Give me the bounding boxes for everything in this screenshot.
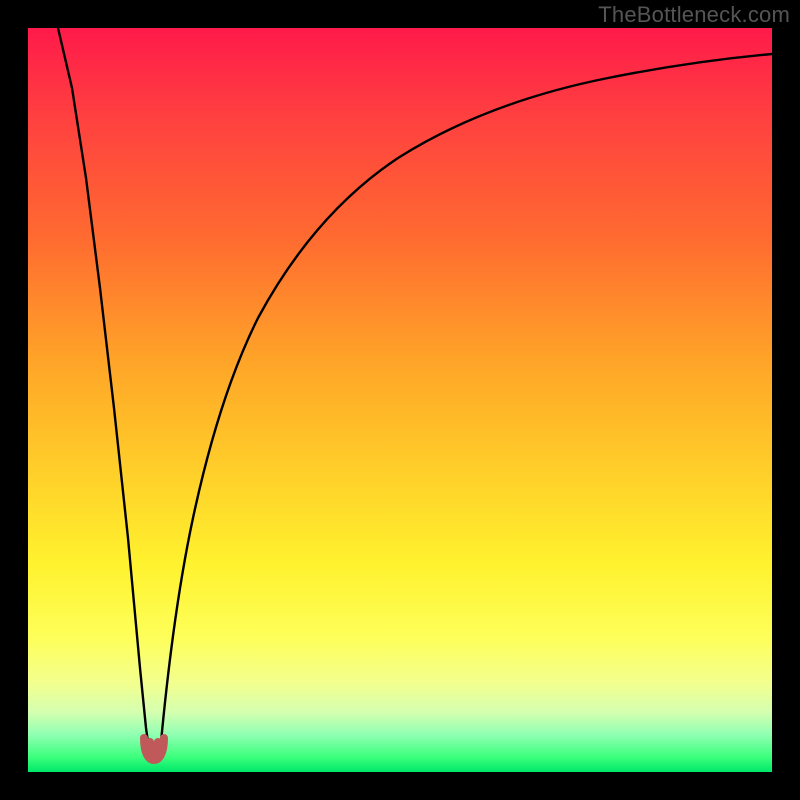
curve-right [161, 54, 772, 742]
watermark-text: TheBottleneck.com [598, 2, 790, 28]
curve-left [58, 28, 148, 742]
chart-frame: TheBottleneck.com [0, 0, 800, 800]
plot-area [28, 28, 772, 772]
bottleneck-curve [28, 28, 772, 772]
notch-marker [144, 738, 164, 760]
